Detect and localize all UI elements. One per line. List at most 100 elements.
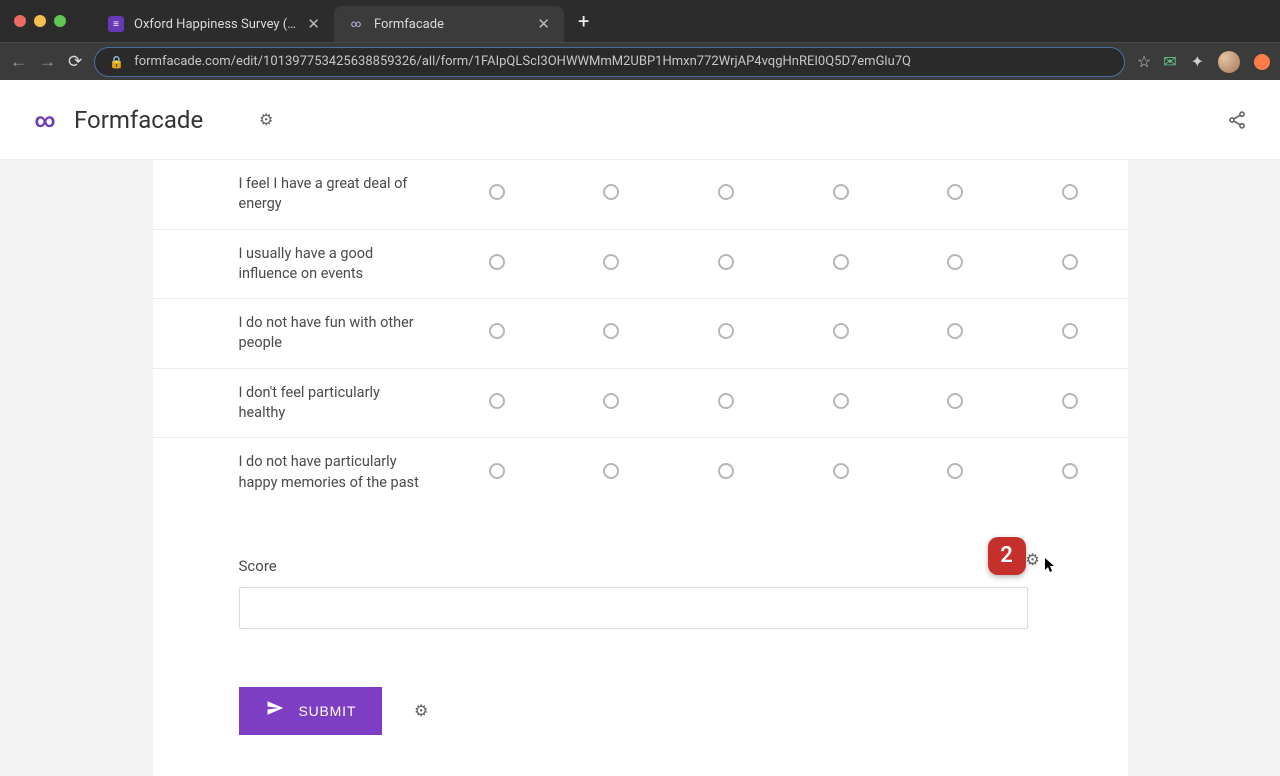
radio-cell [898, 229, 1013, 299]
cursor-pointer-icon [1040, 557, 1056, 581]
radio-option[interactable] [489, 463, 505, 479]
browser-tab-1[interactable]: ∞ Formfacade ✕ [334, 6, 564, 42]
question-text: I don't feel particularly healthy [153, 368, 440, 438]
radio-cell [439, 160, 554, 229]
score-input[interactable] [239, 587, 1028, 629]
radio-option[interactable] [833, 393, 849, 409]
radio-cell [439, 368, 554, 438]
score-gear-wrap: 2 ⚙ [1022, 549, 1044, 571]
radio-option[interactable] [603, 393, 619, 409]
extensions-icon[interactable]: ✦ [1191, 52, 1204, 71]
survey-grid: I feel I have a great deal of energyI us… [153, 160, 1128, 507]
radio-option[interactable] [833, 323, 849, 339]
survey-row: I do not have fun with other people [153, 299, 1128, 369]
radio-option[interactable] [603, 323, 619, 339]
radio-option[interactable] [833, 184, 849, 200]
radio-cell [439, 299, 554, 369]
radio-option[interactable] [833, 463, 849, 479]
address-bar: ← → ⟳ 🔒 formfacade.com/edit/101397753425… [0, 42, 1280, 80]
toolbar-icons: ✉ ✦ [1163, 51, 1270, 73]
radio-cell [783, 438, 898, 507]
radio-option[interactable] [1062, 393, 1078, 409]
minimize-window-icon[interactable] [34, 15, 46, 27]
app-header: ∞ Formfacade ⚙ [0, 80, 1280, 160]
radio-cell [554, 368, 669, 438]
radio-option[interactable] [489, 393, 505, 409]
survey-row: I usually have a good influence on event… [153, 229, 1128, 299]
survey-row: I do not have particularly happy memorie… [153, 438, 1128, 507]
notification-badge-icon[interactable] [1254, 54, 1270, 70]
question-text: I do not have fun with other people [153, 299, 440, 369]
question-text: I feel I have a great deal of energy [153, 160, 440, 229]
radio-option[interactable] [603, 463, 619, 479]
brand-name: Formfacade [74, 106, 203, 134]
brand-logo-icon: ∞ [32, 111, 58, 129]
tab-favicon-icon: ∞ [348, 16, 364, 32]
radio-cell [669, 299, 784, 369]
new-tab-button[interactable]: + [564, 9, 603, 33]
radio-option[interactable] [947, 393, 963, 409]
radio-cell [669, 438, 784, 507]
radio-option[interactable] [1062, 184, 1078, 200]
radio-cell [554, 299, 669, 369]
maximize-window-icon[interactable] [54, 15, 66, 27]
tab-title: Formfacade [374, 17, 527, 32]
radio-option[interactable] [718, 393, 734, 409]
gear-icon[interactable]: ⚙ [410, 700, 432, 722]
lock-icon: 🔒 [109, 55, 124, 69]
bookmark-star-icon[interactable]: ☆ [1137, 52, 1151, 71]
forward-button[interactable]: → [39, 52, 56, 72]
tab-favicon-icon: ≡ [108, 16, 124, 32]
question-text: I do not have particularly happy memorie… [153, 438, 440, 507]
radio-cell [1013, 229, 1128, 299]
radio-option[interactable] [1062, 463, 1078, 479]
close-window-icon[interactable] [14, 15, 26, 27]
radio-cell [898, 160, 1013, 229]
radio-cell [1013, 368, 1128, 438]
radio-option[interactable] [489, 254, 505, 270]
share-icon[interactable] [1226, 109, 1248, 131]
score-label: Score [239, 557, 1028, 575]
question-text: I usually have a good influence on event… [153, 229, 440, 299]
radio-option[interactable] [947, 184, 963, 200]
radio-cell [554, 160, 669, 229]
radio-option[interactable] [718, 323, 734, 339]
radio-cell [898, 368, 1013, 438]
radio-cell [439, 438, 554, 507]
survey-row: I don't feel particularly healthy [153, 368, 1128, 438]
radio-option[interactable] [833, 254, 849, 270]
radio-option[interactable] [947, 254, 963, 270]
survey-row: I feel I have a great deal of energy [153, 160, 1128, 229]
radio-option[interactable] [1062, 254, 1078, 270]
close-icon[interactable]: ✕ [307, 15, 320, 33]
title-bar: ≡ Oxford Happiness Survey (GRI… ✕ ∞ Form… [0, 0, 1280, 42]
mail-icon[interactable]: ✉ [1163, 52, 1176, 71]
browser-tab-0[interactable]: ≡ Oxford Happiness Survey (GRI… ✕ [94, 6, 334, 42]
radio-cell [783, 160, 898, 229]
radio-option[interactable] [947, 463, 963, 479]
radio-cell [554, 438, 669, 507]
score-section: Score 2 ⚙ [153, 507, 1128, 629]
radio-cell [439, 229, 554, 299]
radio-option[interactable] [718, 184, 734, 200]
gear-icon[interactable]: ⚙ [255, 109, 277, 131]
radio-cell [554, 229, 669, 299]
back-button[interactable]: ← [10, 52, 27, 72]
radio-option[interactable] [489, 184, 505, 200]
radio-option[interactable] [603, 184, 619, 200]
omnibox[interactable]: 🔒 formfacade.com/edit/101397753425638859… [94, 47, 1125, 77]
radio-option[interactable] [718, 254, 734, 270]
submit-button[interactable]: SUBMIT [239, 687, 383, 735]
radio-cell [1013, 160, 1128, 229]
profile-avatar[interactable] [1218, 51, 1240, 73]
radio-option[interactable] [718, 463, 734, 479]
window-controls [14, 15, 66, 27]
radio-cell [783, 299, 898, 369]
radio-option[interactable] [603, 254, 619, 270]
radio-option[interactable] [489, 323, 505, 339]
close-icon[interactable]: ✕ [537, 15, 550, 33]
submit-label: SUBMIT [299, 703, 357, 719]
radio-option[interactable] [1062, 323, 1078, 339]
reload-button[interactable]: ⟳ [68, 52, 82, 72]
radio-option[interactable] [947, 323, 963, 339]
